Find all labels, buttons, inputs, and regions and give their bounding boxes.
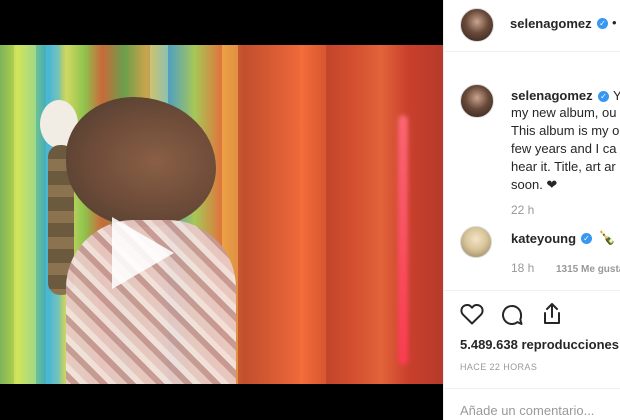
post-sidebar: selenagomez ✓ • selenagomez ✓ Y my new a… xyxy=(443,0,620,420)
comment-input[interactable] xyxy=(460,403,620,418)
verified-badge-icon: ✓ xyxy=(581,233,592,244)
light-stripe xyxy=(300,45,326,384)
comment-username[interactable]: kateyoung xyxy=(511,231,576,246)
caption-line: This album is my o xyxy=(511,123,620,138)
champagne-emoji: 🍾 xyxy=(598,229,616,245)
header-separator: • xyxy=(612,15,617,30)
commenter-avatar[interactable] xyxy=(460,226,492,258)
caption-line: soon. ❤ xyxy=(511,177,558,192)
caption-avatar[interactable] xyxy=(460,84,494,118)
comment-box xyxy=(444,388,620,420)
verified-badge-icon: ✓ xyxy=(597,18,608,29)
header-username[interactable]: selenagomez xyxy=(510,16,592,31)
post-header: selenagomez ✓ • xyxy=(444,0,620,52)
action-bar xyxy=(444,290,620,340)
avatar[interactable] xyxy=(460,8,494,42)
caption-username[interactable]: selenagomez xyxy=(511,88,593,103)
comment-time[interactable]: 18 h xyxy=(511,261,534,275)
red-light-glow xyxy=(398,115,408,365)
comment-likes[interactable]: 1315 Me gusta xyxy=(556,264,620,275)
media-pane xyxy=(0,0,443,420)
view-count[interactable]: 5.489.638 reproducciones xyxy=(460,337,619,352)
caption-line: my new album, ou xyxy=(511,105,617,120)
caption-line: few years and I ca xyxy=(511,141,617,156)
post-date: HACE 22 HORAS xyxy=(460,362,538,372)
letterbox-top xyxy=(0,0,443,45)
play-icon[interactable] xyxy=(112,217,174,289)
caption-line: hear it. Title, art ar xyxy=(511,159,616,174)
video-player[interactable] xyxy=(0,45,443,384)
comment-icon[interactable] xyxy=(500,303,524,332)
caption-time[interactable]: 22 h xyxy=(511,203,534,217)
light-stripe xyxy=(14,45,36,384)
heart-icon[interactable] xyxy=(460,303,484,330)
caption-first-line-tail: Y xyxy=(613,87,620,105)
verified-badge-icon: ✓ xyxy=(598,91,609,102)
letterbox-bottom xyxy=(0,384,443,420)
share-icon[interactable] xyxy=(540,302,564,331)
figure-head xyxy=(66,97,216,227)
